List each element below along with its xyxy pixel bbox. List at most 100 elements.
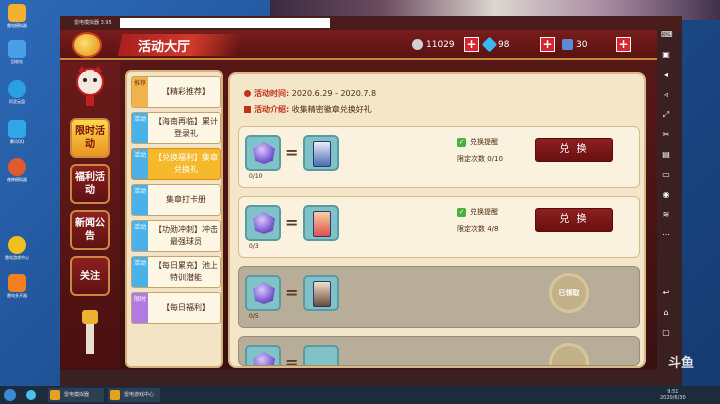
exchange-button[interactable]: 兑 换 [535, 208, 613, 232]
diamond-icon [481, 36, 498, 53]
badge-count: 0/10 [249, 173, 263, 180]
game-header: 活动大厅 11029 + 98 + 30 + [60, 30, 657, 60]
activity-tag: 活动 [132, 221, 148, 251]
nav-welfare-events[interactable]: 福利活动 [70, 164, 110, 204]
activity-label: 【兑换福利】集章兑换礼 [154, 153, 218, 174]
activity-time-label: 活动时间: [254, 89, 290, 98]
browser-icon[interactable] [26, 390, 36, 400]
activity-label: 【每日福利】 [162, 303, 210, 312]
cloud-drive-icon [8, 80, 26, 98]
nav-label: 限时活动 [75, 126, 105, 150]
titlebar-blank-area [120, 18, 330, 28]
apk-icon[interactable]: ▤ [661, 150, 671, 160]
activity-item[interactable]: 活动 【功勋冲刺】冲击最强球员 [131, 220, 221, 252]
claimed-stamp [549, 343, 589, 365]
activity-item-selected[interactable]: 活动 【兑换福利】集章兑换礼 [131, 148, 221, 180]
add-diamonds-button[interactable]: + [540, 37, 555, 52]
volume-down-icon[interactable]: ◃ [661, 90, 671, 100]
back-icon[interactable]: ↩ [661, 288, 671, 298]
activity-tag: 限时 [132, 293, 148, 323]
desktop-icon-label: 阿里云盘 [9, 99, 25, 104]
desktop-icon-label: 回收站 [11, 59, 23, 64]
exchange-row-claimed: 0/5 = 已领取 [238, 266, 640, 328]
nox-icon [8, 158, 26, 176]
location-icon[interactable]: ◉ [661, 190, 671, 200]
reward-slot[interactable] [303, 135, 339, 171]
desktop-icon-ldplayer[interactable]: 雷电模拟器 [4, 4, 30, 28]
desktop-icon-label: 雷电多开器 [7, 293, 27, 298]
activity-item[interactable]: 活动 【每日累充】池上特训潜能 [131, 256, 221, 288]
activity-info: 活动时间: 2020.6.29 - 2020.7.8 活动介绍: 收集精密徽章兑… [238, 80, 640, 122]
emulator-toolbar: ⌨ ▣ ◂ ◃ ⤢ ✂ ▤ ▭ ◉ ≋ ⋯ ↩ ⌂ ▢ [657, 30, 675, 360]
folder-icon[interactable]: ▭ [661, 170, 671, 180]
activity-time-value: 2020.6.29 - 2020.7.8 [291, 89, 377, 98]
exchange-button[interactable]: 兑 换 [535, 138, 613, 162]
diamond-value: 98 [498, 40, 510, 50]
equals-sign: = [285, 143, 299, 162]
badge-gem-icon [253, 352, 275, 365]
badge-slot[interactable] [245, 205, 281, 241]
reminder-label: 兑换提醒 [470, 138, 498, 146]
screenshot-icon[interactable]: ▣ [661, 50, 671, 60]
home-icon[interactable]: ⌂ [661, 308, 671, 318]
desktop-icon-nox[interactable]: 夜神模拟器 [4, 158, 30, 182]
activity-intro-label: 活动介绍: [254, 105, 290, 114]
desktop-icon-cloud[interactable]: 阿里云盘 [4, 80, 30, 104]
activity-time: 活动时间: 2020.6.29 - 2020.7.8 [244, 88, 376, 99]
keyboard-icon[interactable]: ⌨ [661, 30, 673, 40]
desktop-icon-multi[interactable]: 雷电多开器 [4, 274, 30, 298]
mascot-icon [76, 66, 104, 106]
activity-item[interactable]: 推荐 【精彩推荐】 [131, 76, 221, 108]
badge-slot[interactable] [245, 275, 281, 311]
reward-slot[interactable] [303, 205, 339, 241]
shake-icon[interactable]: ≋ [661, 210, 671, 220]
recent-apps-icon[interactable]: ▢ [661, 328, 671, 338]
activity-tag: 活动 [132, 257, 148, 287]
desktop-icon-label: 雷电游戏中心 [5, 255, 29, 260]
nav-news[interactable]: 新闻公告 [70, 210, 110, 250]
coin-counter: 11029 [412, 38, 455, 52]
taskbar-clock[interactable]: 9:51 2020/6/30 [660, 389, 686, 401]
desktop-icon-gamecenter[interactable]: 雷电游戏中心 [4, 236, 30, 260]
reward-slot[interactable] [303, 345, 339, 365]
add-coins-button[interactable]: + [464, 37, 479, 52]
stream-watermark: 斗鱼 [668, 356, 695, 371]
exchange-reminder[interactable]: ✓ 兑换提醒 [457, 137, 498, 147]
nav-follow[interactable]: 关注 [70, 256, 110, 296]
desktop-icon-label: 腾讯QQ [9, 139, 25, 144]
activity-item[interactable]: 限时 【每日福利】 [131, 292, 221, 324]
scissors-icon[interactable]: ✂ [661, 130, 671, 140]
activity-tag: 活动 [132, 149, 148, 179]
nav-limited-events[interactable]: 限时活动 [70, 118, 110, 158]
start-button-icon[interactable] [4, 389, 16, 401]
category-nav: 限时活动 福利活动 新闻公告 关注 [60, 62, 120, 370]
taskbar-item-gamecenter[interactable]: 雷电游戏中心 [108, 388, 160, 402]
activity-label: 【功勋冲刺】冲击最强球员 [154, 225, 218, 246]
taskbar-item-emulator[interactable]: 雷电模拟器 [48, 388, 104, 402]
planet-icon [72, 32, 102, 58]
activity-tag: 活动 [132, 185, 148, 215]
activity-item[interactable]: 活动 【海南再临】累计登录礼 [131, 112, 221, 144]
desktop-icon-recycle[interactable]: 回收站 [4, 40, 30, 64]
fullscreen-icon[interactable]: ⤢ [661, 110, 671, 120]
activity-label: 集章打卡册 [166, 195, 206, 204]
badge-slot[interactable] [245, 345, 281, 365]
activity-label: 【每日累充】池上特训潜能 [154, 261, 218, 282]
activity-detail-panel: 活动时间: 2020.6.29 - 2020.7.8 活动介绍: 收集精密徽章兑… [228, 72, 646, 368]
activity-item[interactable]: 活动 集章打卡册 [131, 184, 221, 216]
game-screen: 活动大厅 11029 + 98 + 30 + 限时活动 福利活动 新闻公告 关注 [60, 30, 657, 370]
badge-slot[interactable] [245, 135, 281, 171]
volume-up-icon[interactable]: ◂ [661, 70, 671, 80]
clock-date: 2020/6/30 [660, 395, 686, 401]
badge-count: 0/5 [249, 313, 259, 320]
badge-gem-icon [253, 282, 275, 304]
add-tickets-button[interactable]: + [616, 37, 631, 52]
emulator-title: 雷电模拟器 3.95 [74, 20, 112, 26]
more-icon[interactable]: ⋯ [661, 230, 671, 240]
clock-icon [244, 90, 251, 97]
desktop-icon-label: 雷电模拟器 [7, 23, 27, 28]
exchange-reminder[interactable]: ✓ 兑换提醒 [457, 207, 498, 217]
desktop-icon-qq[interactable]: 腾讯QQ [4, 120, 30, 144]
reward-slot[interactable] [303, 275, 339, 311]
nav-label: 关注 [80, 271, 100, 282]
